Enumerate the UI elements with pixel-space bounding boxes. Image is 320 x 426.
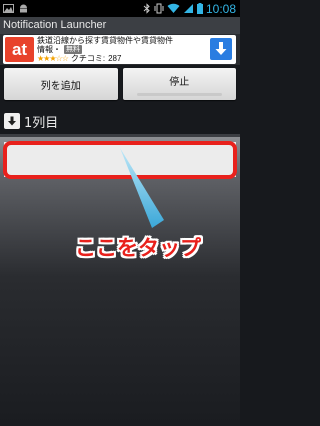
ad-title[interactable]: 鉄道沿線から探す賃貸物件や賃貸物件 [37, 36, 197, 45]
battery-icon [196, 0, 203, 18]
stop-button[interactable]: 停止 [122, 68, 236, 100]
status-time: 10:08 [205, 1, 236, 16]
rating-stars: ★★★☆☆ [37, 54, 69, 63]
ad-logo[interactable]: at [5, 37, 34, 62]
ad-free-badge: 無料 [64, 45, 82, 54]
android-debug-icon [18, 0, 29, 18]
callout-pointer [120, 148, 164, 228]
add-column-button[interactable]: 列を追加 [4, 68, 118, 100]
ad-subtitle: 情報・ [37, 45, 61, 54]
signal-icon [183, 0, 194, 18]
download-icon[interactable] [210, 38, 232, 60]
bluetooth-icon [143, 0, 151, 18]
wifi-icon [167, 0, 180, 18]
app-title: Notification Launcher [0, 17, 240, 34]
status-bar: 10:08 [0, 0, 240, 17]
collapse-arrow-icon[interactable] [4, 113, 20, 129]
ad-card[interactable]: at 鉄道沿線から探す賃貸物件や賃貸物件 情報・ 無料 ★★★☆☆ クチコミ: … [3, 35, 236, 64]
stop-indicator [136, 93, 222, 96]
image-icon [3, 0, 14, 18]
review-label: クチコミ: [70, 54, 106, 63]
column-header: 1列目 [0, 108, 240, 134]
ad-banner[interactable]: at 鉄道沿線から探す賃貸物件や賃貸物件 情報・ 無料 ★★★☆☆ クチコミ: … [0, 34, 240, 65]
review-count: 287 [108, 54, 122, 63]
column-label: 1列目 [24, 115, 59, 131]
stop-label: 停止 [169, 76, 190, 88]
toolbar: 列を追加 停止 [0, 68, 240, 104]
add-column-label: 列を追加 [40, 80, 81, 92]
vibrate-icon [154, 0, 164, 18]
tap-here-annotation: ここをタップ [75, 236, 201, 260]
